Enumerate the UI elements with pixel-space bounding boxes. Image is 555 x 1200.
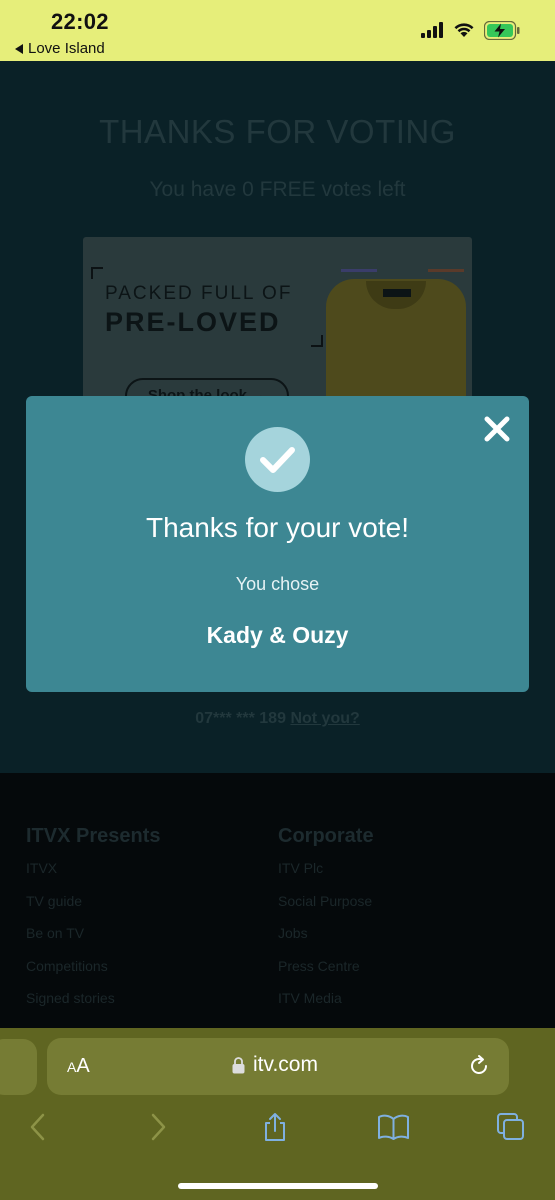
footer-link-press-centre[interactable]: Press Centre xyxy=(278,956,374,989)
ad-frame-corner xyxy=(91,267,103,279)
footer-link-jobs[interactable]: Jobs xyxy=(278,923,374,956)
close-icon[interactable] xyxy=(483,415,511,443)
phone-number-row: 07*** *** 189 Not you? xyxy=(0,710,555,728)
footer-link-itvx[interactable]: ITVX xyxy=(26,858,161,891)
footer-link-competitions[interactable]: Competitions xyxy=(26,956,161,989)
text-size-button[interactable]: AA xyxy=(67,1055,90,1078)
vote-confirmation-modal: Thanks for your vote! You chose Kady & O… xyxy=(26,396,529,692)
ad-headline-line2: PRE-LOVED xyxy=(105,307,281,337)
page-title: THANKS FOR VOTING xyxy=(99,113,456,150)
battery-charging-icon xyxy=(484,21,520,40)
footer-link-tv-guide[interactable]: TV guide xyxy=(26,891,161,924)
address-bar[interactable]: AA itv.com xyxy=(47,1038,509,1095)
footer-link-itv-media[interactable]: ITV Media xyxy=(278,988,374,1021)
modal-title: Thanks for your vote! xyxy=(145,512,409,543)
footer-link-be-on-tv[interactable]: Be on TV xyxy=(26,923,161,956)
back-app-label: Love Island xyxy=(28,40,105,57)
text-size-small: A xyxy=(67,1059,77,1075)
check-icon xyxy=(260,447,295,473)
footer-link-itv-plc[interactable]: ITV Plc xyxy=(278,858,374,891)
wifi-icon xyxy=(454,23,474,37)
browser-toolbar: AA itv.com xyxy=(0,1028,555,1200)
ad-stripe xyxy=(428,269,464,272)
chosen-couple: Kady & Ouzy xyxy=(206,622,349,648)
share-icon[interactable] xyxy=(260,1112,290,1142)
home-indicator[interactable] xyxy=(178,1183,378,1189)
jacket-label xyxy=(383,289,411,297)
footer-column-itvx-presents: ITVX Presents ITVX TV guide Be on TV Com… xyxy=(26,825,161,1021)
footer-heading: Corporate xyxy=(278,825,374,847)
reload-icon[interactable] xyxy=(467,1054,491,1078)
ad-headline-line1: PACKED FULL OF xyxy=(105,283,293,304)
back-arrow-icon xyxy=(15,43,23,54)
back-icon[interactable] xyxy=(23,1112,53,1142)
text-size-large: A xyxy=(76,1055,90,1077)
votes-left-text: You have 0 FREE votes left xyxy=(149,178,406,201)
back-to-app-link[interactable]: Love Island xyxy=(15,40,105,57)
cellular-signal-icon xyxy=(421,22,443,38)
modal-subtitle: You chose xyxy=(235,574,320,594)
previous-tab-preview[interactable] xyxy=(0,1039,37,1095)
footer-link-social-purpose[interactable]: Social Purpose xyxy=(278,891,374,924)
ad-frame-corner xyxy=(311,335,323,347)
footer-column-corporate: Corporate ITV Plc Social Purpose Jobs Pr… xyxy=(278,825,374,1021)
check-badge xyxy=(245,427,310,492)
tabs-icon[interactable] xyxy=(496,1112,526,1142)
site-footer: ITVX Presents ITVX TV guide Be on TV Com… xyxy=(0,773,555,1028)
advert-banner[interactable]: PACKED FULL OF PRE-LOVED Shop the look → xyxy=(83,237,472,417)
footer-link-signed-stories[interactable]: Signed stories xyxy=(26,988,161,1021)
status-time: 22:02 xyxy=(51,9,109,34)
footer-heading: ITVX Presents xyxy=(26,825,161,847)
masked-phone-number: 07*** *** 189 xyxy=(195,710,286,727)
status-bar: 22:02 Love Island xyxy=(0,0,555,61)
not-you-link[interactable]: Not you? xyxy=(290,710,359,727)
bookmarks-icon[interactable] xyxy=(377,1112,410,1142)
ad-stripe xyxy=(341,269,377,272)
forward-icon[interactable] xyxy=(143,1112,173,1142)
lock-icon xyxy=(232,1057,245,1074)
url-text[interactable]: itv.com xyxy=(253,1053,318,1077)
